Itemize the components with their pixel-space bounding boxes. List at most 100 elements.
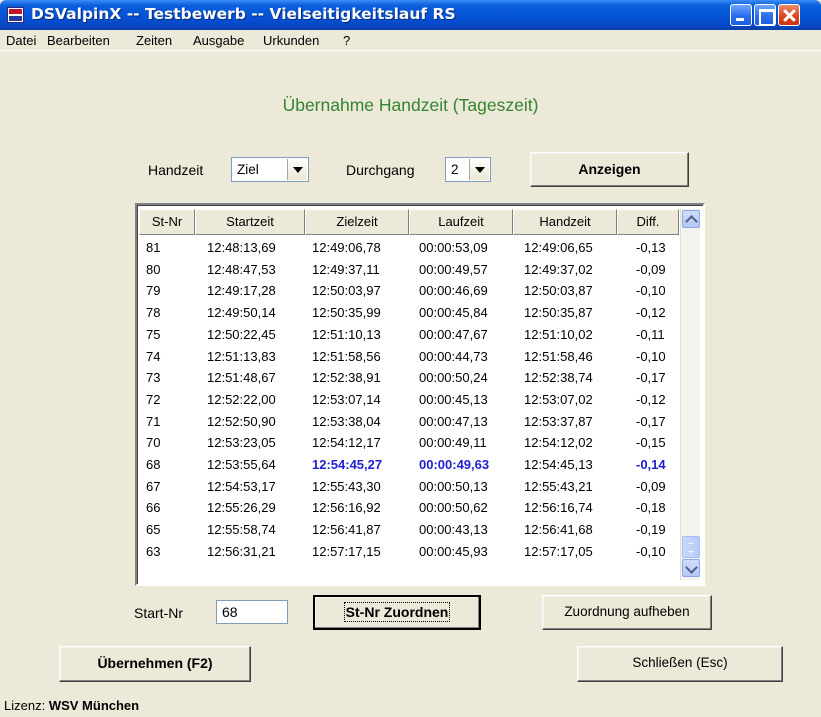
menu-zeiten[interactable]: Zeiten xyxy=(136,33,172,48)
cell-st-nr: 63 xyxy=(146,543,161,559)
cell-diff: -0,10 xyxy=(636,348,666,364)
close-window-button[interactable] xyxy=(778,4,800,26)
cell-diff: -0,11 xyxy=(636,326,665,342)
table-row[interactable]: 68 12:53:55,64 12:54:45,27 00:00:49,63 12:54… xyxy=(137,455,683,476)
cell-diff: -0,17 xyxy=(636,413,666,429)
cell-laufzeit: 00:00:46,69 xyxy=(419,283,488,299)
cell-st-nr: 70 xyxy=(146,435,161,451)
table-row[interactable]: 79 12:49:17,28 12:50:03,97 00:00:46,69 12:50… xyxy=(137,281,683,302)
cell-diff: -0,17 xyxy=(636,370,666,386)
scroll-down-icon[interactable] xyxy=(682,559,700,577)
cell-st-nr: 66 xyxy=(146,500,161,516)
cell-st-nr: 67 xyxy=(146,478,161,494)
cell-diff: -0,12 xyxy=(636,305,666,321)
cell-zielzeit: 12:52:38,91 xyxy=(312,370,381,386)
table-row[interactable]: 70 12:53:23,05 12:54:12,17 00:00:49,11 12:54… xyxy=(137,433,683,454)
cell-st-nr: 74 xyxy=(146,348,161,364)
cell-laufzeit: 00:00:49,11 xyxy=(419,435,487,451)
cell-diff: -0,19 xyxy=(636,522,666,538)
cell-diff: -0,15 xyxy=(636,435,666,451)
license-label: Lizenz: xyxy=(4,698,46,713)
cell-startzeit: 12:56:31,21 xyxy=(207,543,276,559)
vertical-scrollbar[interactable] xyxy=(680,209,700,580)
menu-ausgabe[interactable]: Ausgabe xyxy=(193,33,244,48)
cell-zielzeit: 12:55:43,30 xyxy=(312,478,381,494)
cell-st-nr: 81 xyxy=(146,240,161,255)
page-title: Übernahme Handzeit (Tageszeit) xyxy=(282,95,539,115)
column-header-startzeit[interactable]: Startzeit xyxy=(195,209,305,235)
cell-handzeit: 12:55:43,21 xyxy=(524,478,593,494)
cell-laufzeit: 00:00:44,73 xyxy=(419,348,488,364)
title-bar: DSValpinX -- Testbewerb -- Vielseitigkei… xyxy=(0,0,821,30)
table-row[interactable]: 74 12:51:13,83 12:51:58,56 00:00:44,73 12:51… xyxy=(137,347,683,368)
cell-startzeit: 12:55:26,29 xyxy=(207,500,276,516)
cell-diff: -0,14 xyxy=(636,457,666,472)
minimize-button[interactable] xyxy=(730,4,752,26)
anzeigen-button[interactable]: Anzeigen xyxy=(530,152,689,187)
cell-st-nr: 73 xyxy=(146,370,161,386)
cell-handzeit: 12:51:58,46 xyxy=(524,348,593,364)
close-dialog-button[interactable]: Schließen (Esc) xyxy=(577,646,783,682)
start-nr-input[interactable]: 68 xyxy=(216,600,288,624)
window-title: DSValpinX -- Testbewerb -- Vielseitigkei… xyxy=(31,5,456,23)
table-row[interactable]: 72 12:52:22,00 12:53:07,14 00:00:45,13 12:53… xyxy=(137,390,683,411)
menu-help[interactable]: ? xyxy=(343,33,350,48)
menu-bar: Datei Bearbeiten Zeiten Ausgabe Urkunden… xyxy=(0,30,821,51)
cell-st-nr: 80 xyxy=(146,261,161,277)
cell-startzeit: 12:52:50,90 xyxy=(207,413,276,429)
column-header-zielzeit[interactable]: Zielzeit xyxy=(305,209,409,235)
cell-handzeit: 12:50:03,87 xyxy=(524,283,593,299)
handzeit-select[interactable]: Ziel xyxy=(231,157,309,182)
cell-diff: -0,09 xyxy=(636,478,666,494)
cell-handzeit: 12:54:12,02 xyxy=(524,435,593,451)
cell-st-nr: 79 xyxy=(146,283,161,299)
cell-laufzeit: 00:00:47,13 xyxy=(419,413,488,429)
cell-handzeit: 12:49:06,65 xyxy=(524,240,593,255)
cell-diff: -0,18 xyxy=(636,500,666,516)
table-row[interactable]: 67 12:54:53,17 12:55:43,30 00:00:50,13 12:55… xyxy=(137,477,683,498)
scroll-thumb[interactable] xyxy=(682,536,700,558)
scroll-up-icon[interactable] xyxy=(682,210,700,228)
remove-assignment-button[interactable]: Zuordnung aufheben xyxy=(542,595,712,630)
cell-startzeit: 12:53:23,05 xyxy=(207,435,276,451)
cell-laufzeit: 00:00:45,84 xyxy=(419,305,488,321)
cell-zielzeit: 12:54:45,27 xyxy=(312,457,383,472)
cell-laufzeit: 00:00:49,57 xyxy=(419,261,488,277)
cell-laufzeit: 00:00:47,67 xyxy=(419,326,488,342)
maximize-button[interactable] xyxy=(754,4,776,26)
table-row[interactable]: 75 12:50:22,45 12:51:10,13 00:00:47,67 12:51… xyxy=(137,325,683,346)
table-row[interactable]: 66 12:55:26,29 12:56:16,92 00:00:50,62 12:56… xyxy=(137,498,683,519)
table-row[interactable]: 73 12:51:48,67 12:52:38,91 00:00:50,24 12:52… xyxy=(137,368,683,389)
menu-datei[interactable]: Datei xyxy=(6,33,36,48)
cell-laufzeit: 00:00:45,93 xyxy=(419,543,488,559)
cell-startzeit: 12:51:48,67 xyxy=(207,370,276,386)
assign-start-nr-button[interactable]: St-Nr Zuordnen xyxy=(313,595,481,630)
chevron-down-icon[interactable] xyxy=(469,159,489,180)
cell-laufzeit: 00:00:50,13 xyxy=(419,478,488,494)
durchgang-select[interactable]: 2 xyxy=(445,157,491,182)
menu-urkunden[interactable]: Urkunden xyxy=(263,33,319,48)
table-row[interactable]: 80 12:48:47,53 12:49:37,11 00:00:49,57 12:49… xyxy=(137,260,683,281)
handzeit-label: Handzeit xyxy=(148,162,204,178)
column-header-st-nr[interactable]: St-Nr xyxy=(139,209,195,235)
cell-zielzeit: 12:53:07,14 xyxy=(312,391,381,407)
column-header-diff[interactable]: Diff. xyxy=(617,209,679,235)
cell-startzeit: 12:48:13,69 xyxy=(207,240,276,255)
table-row[interactable]: 78 12:49:50,14 12:50:35,99 00:00:45,84 12:50… xyxy=(137,303,683,324)
cell-laufzeit: 00:00:53,09 xyxy=(419,240,488,255)
column-header-laufzeit[interactable]: Laufzeit xyxy=(409,209,513,235)
chevron-down-icon[interactable] xyxy=(287,159,307,180)
table-row[interactable]: 63 12:56:31,21 12:57:17,15 00:00:45,93 12:57… xyxy=(137,542,683,563)
table-row[interactable]: 71 12:52:50,90 12:53:38,04 00:00:47,13 12:53… xyxy=(137,412,683,433)
table-row[interactable]: 65 12:55:58,74 12:56:41,87 00:00:43,13 12:56… xyxy=(137,520,683,541)
table-row[interactable]: 81 12:48:13,69 12:49:06,78 00:00:53,09 12:49… xyxy=(137,238,683,259)
cell-zielzeit: 12:49:06,78 xyxy=(312,240,381,255)
accept-button[interactable]: Übernehmen (F2) xyxy=(59,646,251,682)
cell-zielzeit: 12:51:58,56 xyxy=(312,348,381,364)
times-table[interactable]: St-Nr Startzeit Zielzeit Laufzeit Handze… xyxy=(135,203,705,586)
cell-handzeit: 12:57:17,05 xyxy=(524,543,593,559)
menu-bearbeiten[interactable]: Bearbeiten xyxy=(47,33,110,48)
start-nr-label: Start-Nr xyxy=(134,605,183,621)
cell-st-nr: 75 xyxy=(146,326,161,342)
column-header-handzeit[interactable]: Handzeit xyxy=(513,209,617,235)
